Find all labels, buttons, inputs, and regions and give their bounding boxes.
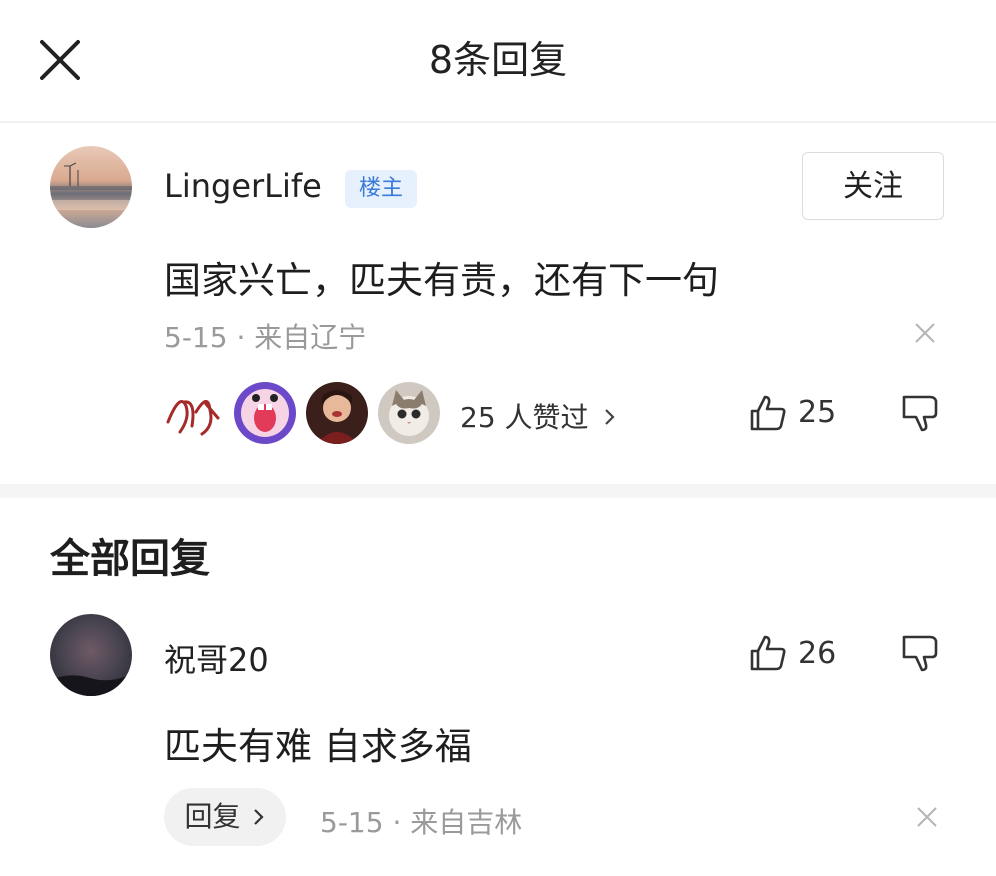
dismiss-button[interactable] (914, 322, 936, 344)
reply-username[interactable]: 祝哥20 (164, 635, 269, 681)
chevron-right-icon (605, 409, 615, 425)
thumbs-down-icon (902, 395, 938, 432)
dismiss-icon (915, 323, 935, 343)
dismiss-icon (917, 807, 937, 827)
op-badge: 楼主 (345, 170, 417, 208)
liker-avatar[interactable] (378, 382, 440, 444)
reply-content: 匹夫有难 自求多福 (164, 725, 472, 768)
post-username[interactable]: LingerLife (164, 167, 322, 205)
section-title: 全部回复 (50, 536, 210, 582)
like-count: 25 (798, 395, 837, 430)
dislike-button[interactable] (900, 393, 940, 433)
reply-date: 5-15 (320, 806, 384, 839)
section-divider (0, 484, 996, 498)
liker-avatar[interactable] (162, 382, 224, 444)
avatar[interactable] (50, 146, 132, 228)
reply-like-count: 26 (798, 636, 837, 671)
calligraphy-avatar-image (166, 400, 220, 436)
reply-like-button[interactable] (748, 633, 788, 673)
reply-button[interactable]: 回复 (164, 788, 286, 846)
likers-count: 25 人赞过 (460, 401, 589, 434)
post-date: 5-15 (164, 321, 228, 354)
page-title: 8条回复 (428, 38, 568, 82)
likers-link[interactable]: 25 人赞过 (460, 396, 617, 436)
meta-dot: · (392, 806, 411, 839)
post-location: 来自辽宁 (254, 321, 367, 354)
follow-button[interactable]: 关注 (802, 152, 944, 220)
avatar-image (50, 162, 132, 210)
meta-dot: · (236, 321, 255, 354)
chevron-right-icon (254, 809, 265, 825)
reply-button-label: 回复 (184, 800, 241, 833)
cartoon-avatar-image (241, 389, 289, 437)
post-content: 国家兴亡，匹夫有责，还有下一句 (164, 259, 719, 302)
header-divider (0, 121, 996, 123)
reply-dislike-button[interactable] (900, 633, 940, 673)
avatar[interactable] (50, 614, 132, 696)
reply-meta: 5-15 · 来自吉林 (320, 801, 522, 841)
post-meta: 5-15 · 来自辽宁 (164, 316, 366, 356)
avatar-image (50, 674, 132, 696)
liker-avatar[interactable] (306, 382, 368, 444)
reply-location: 来自吉林 (410, 806, 523, 839)
thumbs-up-icon (750, 635, 786, 671)
liker-avatar[interactable] (234, 382, 296, 444)
cat-avatar-image (389, 390, 429, 436)
like-button[interactable] (748, 393, 788, 433)
person-avatar-image (316, 390, 358, 444)
thumbs-up-icon (750, 395, 786, 431)
thumbs-down-icon (902, 635, 938, 672)
reply-dismiss-button[interactable] (916, 806, 938, 828)
